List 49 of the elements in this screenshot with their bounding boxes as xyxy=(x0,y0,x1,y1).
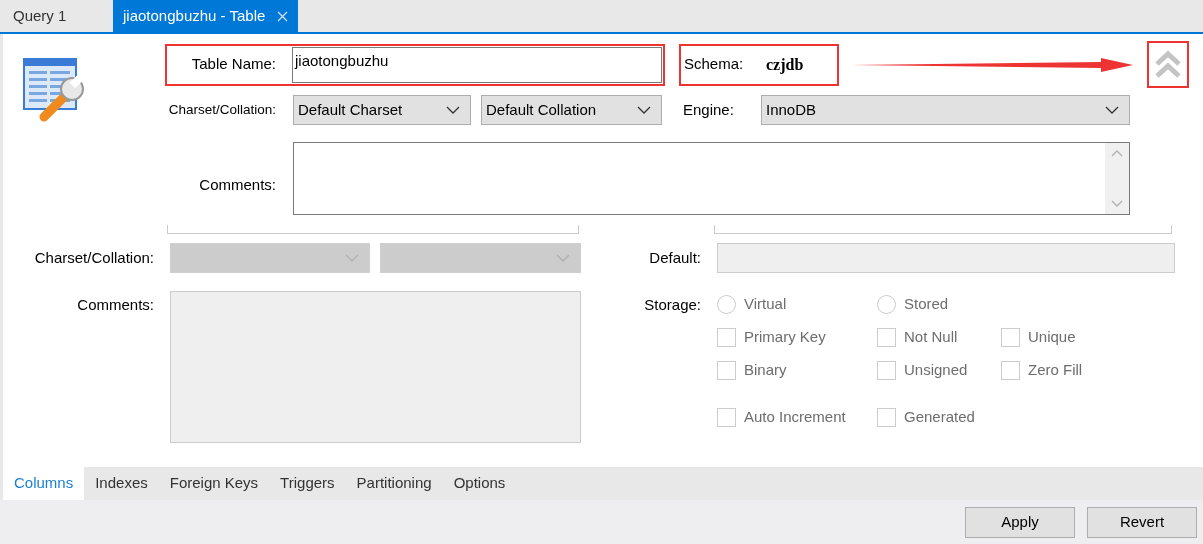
scroll-down-icon[interactable] xyxy=(1111,200,1123,208)
comments-field[interactable] xyxy=(170,291,581,443)
option-label: Binary xyxy=(744,359,787,380)
option-label: Primary Key xyxy=(744,326,826,347)
chevron-down-icon xyxy=(1105,105,1119,115)
input-field[interactable] xyxy=(714,225,1172,234)
table-name-field[interactable]: jiaotongbuzhu xyxy=(292,46,662,83)
option-label: Not Null xyxy=(904,326,958,347)
schema-name: czjdb xyxy=(766,54,804,76)
editor-tab[interactable]: Triggers xyxy=(269,467,346,500)
scroll-up-icon[interactable] xyxy=(1111,149,1123,157)
comments-field[interactable] xyxy=(293,142,1130,215)
dropdown[interactable]: Default Collation xyxy=(481,95,662,125)
field-label: Engine: xyxy=(683,99,735,120)
field-label: Comments: xyxy=(76,295,154,315)
option-label: Stored xyxy=(904,293,949,314)
field-label: Table Name: xyxy=(190,54,276,75)
editor-tab[interactable]: Indexes xyxy=(84,467,159,500)
field-label: Default: xyxy=(648,247,701,268)
action-button[interactable]: Revert xyxy=(1087,506,1197,538)
field-label: Charset/Collation: xyxy=(33,247,154,268)
dropdown[interactable]: Default Charset xyxy=(293,95,471,125)
option-label: Generated xyxy=(904,406,975,427)
editor-tab[interactable]: Columns xyxy=(3,467,85,500)
dropdown[interactable] xyxy=(380,243,581,273)
chevron-down-icon xyxy=(345,253,359,263)
option-label: Unique xyxy=(1028,326,1076,347)
action-button[interactable]: Apply xyxy=(965,506,1075,538)
option-label: Virtual xyxy=(744,293,787,314)
field-label: Storage: xyxy=(643,295,701,315)
chevron-down-icon xyxy=(637,105,651,115)
collapse-icon[interactable] xyxy=(1154,49,1182,80)
input-field[interactable] xyxy=(167,225,579,234)
close-icon[interactable] xyxy=(277,10,289,22)
editor-tab[interactable]: Options xyxy=(442,467,517,500)
document-tab[interactable]: jiaotongbuzhu - Table xyxy=(113,0,299,32)
chevron-down-icon xyxy=(446,105,460,115)
option-label: Auto Increment xyxy=(744,406,846,427)
chevron-down-icon xyxy=(556,253,570,263)
field-label: Comments: xyxy=(198,175,276,195)
scrollbar[interactable] xyxy=(1105,143,1129,214)
option-label: Zero Fill xyxy=(1028,359,1083,380)
field-label: Charset/Collation: xyxy=(167,100,276,119)
option-label: Unsigned xyxy=(904,359,968,380)
dropdown[interactable]: InnoDB xyxy=(761,95,1130,125)
dropdown[interactable] xyxy=(170,243,370,273)
editor-tab[interactable]: Foreign Keys xyxy=(158,467,270,500)
field-label: Schema: xyxy=(684,54,745,75)
editor-tab[interactable]: Partitioning xyxy=(345,467,443,500)
